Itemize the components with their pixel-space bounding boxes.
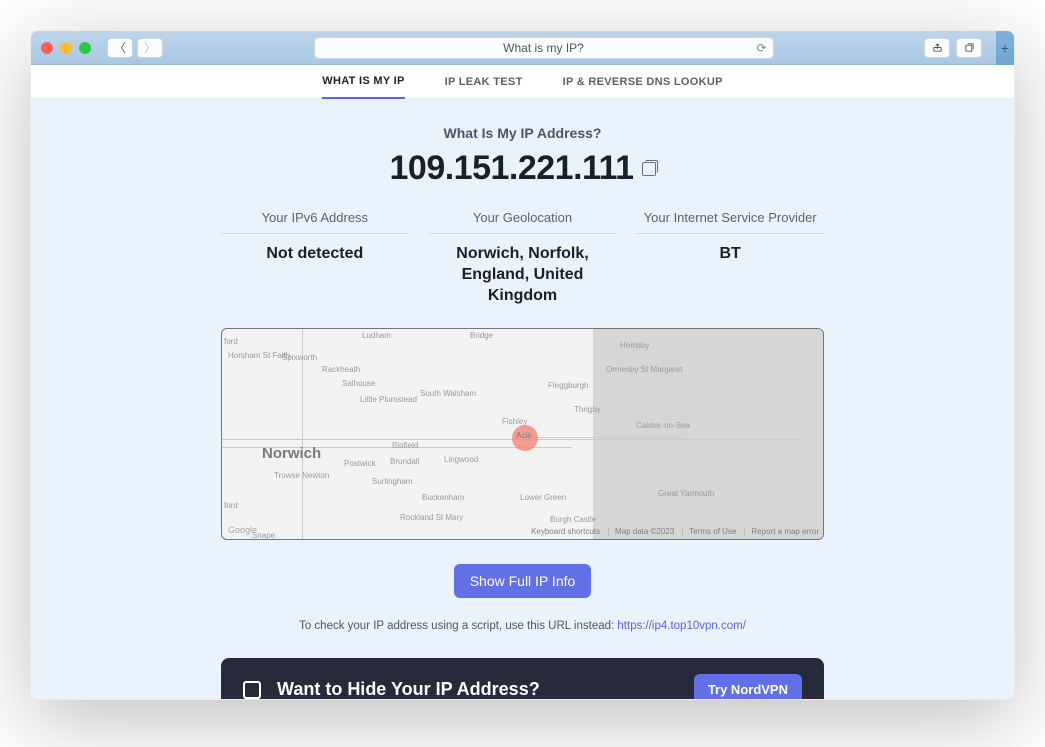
map-town-label: Rackheath <box>322 365 360 374</box>
card-isp: Your Internet Service Provider BT <box>636 210 824 306</box>
promo-button[interactable]: Try NordVPN <box>694 674 802 699</box>
map-footer-keyboard[interactable]: Keyboard shortcuts <box>531 527 600 536</box>
card-isp-label: Your Internet Service Provider <box>636 210 824 234</box>
map-sea <box>593 329 823 539</box>
minimize-icon[interactable] <box>60 42 72 54</box>
map-town-label: Horsham St Faith <box>228 351 290 360</box>
map-town-label: Postwick <box>344 459 376 468</box>
tab-ip-leak-test[interactable]: IP LEAK TEST <box>445 66 523 98</box>
promo-title: Want to Hide Your IP Address? <box>277 679 678 699</box>
promo-logo-icon <box>243 681 261 699</box>
map-town-label: Hemsby <box>620 341 649 350</box>
map-town-label: Buckenham <box>422 493 464 502</box>
tabs-icon[interactable] <box>956 38 982 58</box>
card-isp-value: BT <box>636 244 824 265</box>
card-ipv6-value: Not detected <box>221 244 409 265</box>
promo-banner: Want to Hide Your IP Address? Try NordVP… <box>221 658 824 699</box>
map-town-label: Bridge <box>470 331 493 340</box>
browser-window: 〈 〉 What is my IP? ⟳ + WHAT IS MY IP IP … <box>30 30 1015 700</box>
back-button[interactable]: 〈 <box>107 38 133 58</box>
map-town-label: Trowse Newton <box>274 471 329 480</box>
ip-row: 109.151.221.111 <box>31 149 1014 188</box>
card-ipv6-label: Your IPv6 Address <box>221 210 409 234</box>
map-footer-links: Keyboard shortcuts Map data ©2023 Terms … <box>531 527 819 536</box>
tab-reverse-dns[interactable]: IP & REVERSE DNS LOOKUP <box>563 66 723 98</box>
show-full-ip-button[interactable]: Show Full IP Info <box>454 564 592 598</box>
map-town-label: Ormesby St Margaret <box>606 365 682 374</box>
page-content: What Is My IP Address? 109.151.221.111 Y… <box>31 99 1014 699</box>
card-geolocation: Your Geolocation Norwich, Norfolk, Engla… <box>429 210 617 306</box>
address-bar-title: What is my IP? <box>503 41 584 55</box>
site-tabs: WHAT IS MY IP IP LEAK TEST IP & REVERSE … <box>31 65 1014 99</box>
map-town-label: Lower Green <box>520 493 566 502</box>
new-tab-button[interactable]: + <box>996 31 1014 65</box>
toolbar-right <box>924 38 982 58</box>
map-town-label: Caister-on-Sea <box>636 421 690 430</box>
browser-toolbar: 〈 〉 What is my IP? ⟳ + <box>31 31 1014 65</box>
card-geolocation-label: Your Geolocation <box>429 210 617 234</box>
tab-what-is-my-ip[interactable]: WHAT IS MY IP <box>322 65 404 99</box>
address-bar[interactable]: What is my IP? ⟳ <box>314 37 774 59</box>
map-town-label: Little Plumstead <box>360 395 417 404</box>
map-town-label: Great Yarmouth <box>658 489 714 498</box>
map-footer-report[interactable]: Report a map error <box>744 527 819 536</box>
map-town-label: Burgh Castle <box>550 515 596 524</box>
page-title: What Is My IP Address? <box>31 125 1014 141</box>
map[interactable]: Norwich Acle Spixworth Horsham St Faith … <box>221 328 824 540</box>
map-road <box>522 437 682 438</box>
map-town-label: Surlingham <box>372 477 412 486</box>
map-town-label: South Walsham <box>420 389 476 398</box>
map-town-label: Salhouse <box>342 379 375 388</box>
map-attribution: Google <box>228 525 257 535</box>
map-footer-data: Map data ©2023 <box>608 527 674 536</box>
script-note: To check your IP address using a script,… <box>31 620 1014 632</box>
map-town-label: Fleggburgh <box>548 381 588 390</box>
nav-buttons: 〈 〉 <box>107 38 163 58</box>
map-town-label: Ludham <box>362 331 391 340</box>
map-town-label: Lingwood <box>444 455 478 464</box>
map-town-label: Fishley <box>502 417 527 426</box>
map-city-label: Norwich <box>262 445 321 462</box>
map-pin-label: Acle <box>516 431 532 440</box>
card-geolocation-value: Norwich, Norfolk, England, United Kingdo… <box>429 244 617 306</box>
card-ipv6: Your IPv6 Address Not detected <box>221 210 409 306</box>
reload-icon[interactable]: ⟳ <box>756 41 766 55</box>
map-town-label: Blofield <box>392 441 418 450</box>
script-note-text: To check your IP address using a script,… <box>299 620 617 632</box>
close-icon[interactable] <box>41 42 53 54</box>
map-footer-terms[interactable]: Terms of Use <box>682 527 736 536</box>
maximize-icon[interactable] <box>79 42 91 54</box>
map-town-label: Brundall <box>390 457 419 466</box>
map-town-label: ford <box>224 337 238 346</box>
map-town-label: Rockland St Mary <box>400 513 463 522</box>
map-town-label: Thrigby <box>574 405 601 414</box>
info-cards: Your IPv6 Address Not detected Your Geol… <box>221 210 824 306</box>
ip-address-value: 109.151.221.111 <box>390 149 634 188</box>
copy-icon[interactable] <box>642 162 656 176</box>
window-controls <box>41 42 91 54</box>
share-icon[interactable] <box>924 38 950 58</box>
forward-button[interactable]: 〉 <box>137 38 163 58</box>
script-note-link[interactable]: https://ip4.top10vpn.com/ <box>617 620 746 632</box>
map-town-label: ford <box>224 501 238 510</box>
